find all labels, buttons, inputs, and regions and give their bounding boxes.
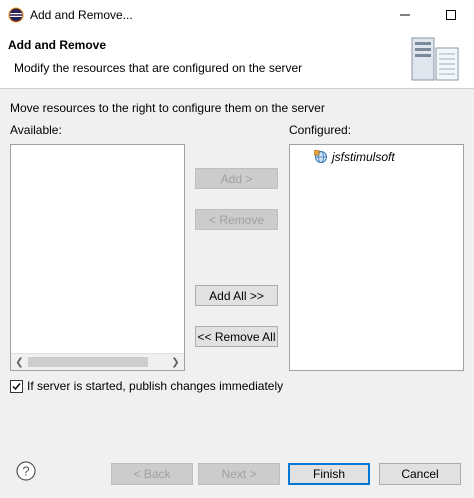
configured-label: Configured: [289, 123, 352, 137]
maximize-button[interactable] [428, 0, 474, 30]
list-item-label: jsfstimulsoft [332, 150, 395, 164]
cancel-button[interactable]: Cancel [379, 463, 461, 485]
svg-text:?: ? [22, 464, 29, 479]
scrollbar-thumb[interactable] [28, 357, 148, 367]
eclipse-app-icon [8, 7, 24, 23]
wizard-content: Move resources to the right to configure… [0, 89, 474, 449]
add-button[interactable]: Add > [195, 168, 278, 189]
page-description: Modify the resources that are configured… [14, 61, 303, 75]
scroll-right-icon[interactable]: ❯ [167, 354, 184, 370]
publish-option[interactable]: If server is started, publish changes im… [10, 379, 283, 393]
title-bar: Add and Remove... [0, 0, 474, 30]
wizard-header: Add and Remove Modify the resources that… [0, 30, 474, 89]
wizard-footer: ? < Back Next > Finish Cancel [0, 449, 474, 498]
server-wizard-icon [411, 37, 459, 81]
publish-label: If server is started, publish changes im… [27, 379, 284, 393]
available-label: Available: [10, 123, 62, 137]
window-title: Add and Remove... [30, 8, 133, 22]
configured-list[interactable]: jsfstimulsoft [289, 144, 464, 371]
remove-all-button[interactable]: << Remove All [195, 326, 278, 347]
minimize-button[interactable] [382, 0, 428, 30]
page-title: Add and Remove [8, 38, 107, 52]
publish-checkbox[interactable] [10, 379, 23, 393]
maximize-icon [446, 10, 456, 20]
checkmark-icon [12, 382, 21, 390]
back-button[interactable]: < Back [111, 463, 193, 485]
remove-button[interactable]: < Remove [195, 209, 278, 230]
add-all-button[interactable]: Add All >> [195, 285, 278, 306]
help-icon[interactable]: ? [16, 461, 36, 481]
horizontal-scrollbar[interactable]: ❮ ❯ [11, 353, 184, 370]
instruction-text: Move resources to the right to configure… [10, 101, 325, 115]
finish-button[interactable]: Finish [288, 463, 370, 485]
available-list[interactable]: ❮ ❯ [10, 144, 185, 371]
list-item[interactable]: jsfstimulsoft [314, 150, 395, 164]
next-button[interactable]: Next > [198, 463, 280, 485]
scroll-left-icon[interactable]: ❮ [11, 354, 28, 370]
minimize-icon [400, 14, 410, 16]
web-module-icon [314, 150, 327, 163]
